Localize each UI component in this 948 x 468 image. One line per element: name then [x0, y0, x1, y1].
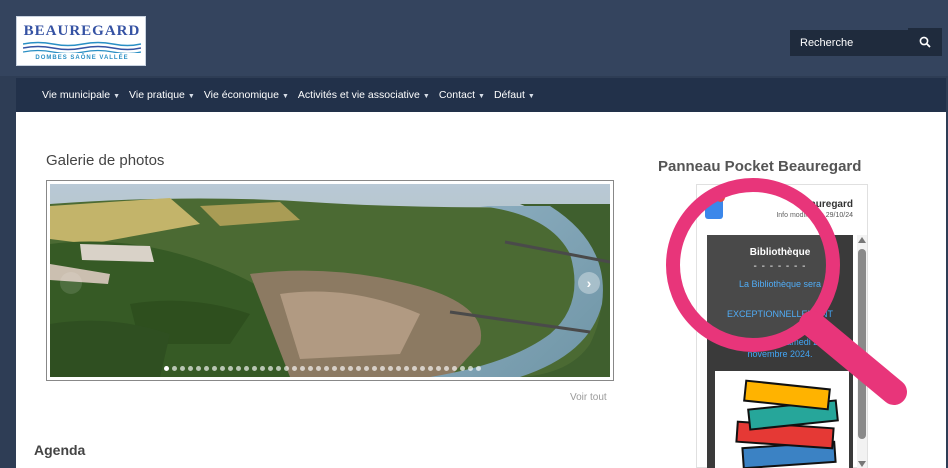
agenda-title: Agenda — [34, 442, 86, 458]
nav-item-label: Activités et vie associative — [297, 89, 420, 101]
slide-dot[interactable] — [404, 366, 409, 371]
pocket-scrollbar[interactable] — [857, 235, 867, 468]
caret-down-icon: ▼ — [113, 93, 121, 100]
view-all-link[interactable]: Voir tout — [570, 392, 607, 403]
pocket-town-name: Beauregard — [797, 199, 853, 210]
photo-gallery: › — [46, 180, 614, 381]
pocket-widget: 1 Beauregard Info modifiée le 29/10/24 B… — [696, 184, 868, 468]
slide-dot[interactable] — [236, 366, 241, 371]
slide-dot[interactable] — [380, 366, 385, 371]
slide-dot[interactable] — [172, 366, 177, 371]
site-logo[interactable]: BEAUREGARD DOMBES SAÔNE VALLÉE — [16, 16, 146, 66]
slide-dot[interactable] — [476, 366, 481, 371]
slide-dot[interactable] — [220, 366, 225, 371]
aerial-photo-image — [50, 184, 610, 377]
books-illustration — [735, 379, 839, 468]
slide-dot[interactable] — [348, 366, 353, 371]
next-slide-button[interactable]: › — [578, 272, 600, 294]
gallery-photo[interactable]: › — [50, 184, 610, 377]
slide-dot[interactable] — [420, 366, 425, 371]
slide-dot[interactable] — [300, 366, 305, 371]
gallery-title: Galerie de photos — [46, 152, 165, 169]
nav-item-label: Vie pratique — [129, 89, 185, 101]
slide-dot[interactable] — [436, 366, 441, 371]
caret-down-icon: ▼ — [422, 93, 430, 100]
notice-separator: - - - - - - - — [753, 261, 807, 272]
logo-waves-icon — [23, 41, 141, 53]
slide-dot[interactable] — [164, 366, 169, 371]
prev-slide-button[interactable] — [60, 272, 82, 294]
main-nav: Vie municipale ▼ Vie pratique ▼ Vie économ… — [16, 78, 946, 112]
slide-dot[interactable] — [340, 366, 345, 371]
nav-item-vie-economique[interactable]: Vie économique ▼ — [204, 89, 289, 101]
nav-item-label: Défaut — [493, 89, 525, 101]
slide-dot[interactable] — [412, 366, 417, 371]
chevron-right-icon: › — [586, 275, 592, 291]
caret-down-icon: ▼ — [527, 93, 535, 100]
nav-item-activites[interactable]: Activités et vie associative ▼ — [298, 89, 430, 101]
slide-dot[interactable] — [460, 366, 465, 371]
logo-subtitle: DOMBES SAÔNE VALLÉE — [35, 55, 129, 61]
scroll-down-icon[interactable] — [858, 461, 866, 467]
search-button[interactable] — [908, 28, 942, 56]
slide-dot[interactable] — [188, 366, 193, 371]
slide-dot[interactable] — [332, 366, 337, 371]
slide-dot[interactable] — [284, 366, 289, 371]
nav-item-vie-municipale[interactable]: Vie municipale ▼ — [42, 89, 120, 101]
slide-dot[interactable] — [276, 366, 281, 371]
slide-dot[interactable] — [372, 366, 377, 371]
slide-dot[interactable] — [268, 366, 273, 371]
slide-dot[interactable] — [196, 366, 201, 371]
slide-dots — [164, 366, 481, 371]
pocket-notice[interactable]: Bibliothèque - - - - - - - La Bibliothèq… — [707, 235, 853, 468]
slide-dot[interactable] — [428, 366, 433, 371]
nav-item-vie-pratique[interactable]: Vie pratique ▼ — [129, 89, 195, 101]
slide-dot[interactable] — [244, 366, 249, 371]
slide-dot[interactable] — [452, 366, 457, 371]
slide-dot[interactable] — [180, 366, 185, 371]
slide-dot[interactable] — [212, 366, 217, 371]
slide-dot[interactable] — [396, 366, 401, 371]
nav-item-contact[interactable]: Contact ▼ — [439, 89, 485, 101]
nav-item-label: Contact — [438, 89, 475, 101]
slide-dot[interactable] — [388, 366, 393, 371]
slide-dot[interactable] — [364, 366, 369, 371]
caret-down-icon: ▼ — [187, 93, 195, 100]
pocket-panel-title: Panneau Pocket Beauregard — [658, 158, 862, 175]
logo-title: BEAUREGARD — [23, 23, 141, 39]
slide-dot[interactable] — [260, 366, 265, 371]
notification-badge: 1 — [716, 193, 725, 202]
books-image — [715, 371, 849, 468]
notice-line: fermée le samedi 2 — [741, 337, 819, 347]
notice-title: Bibliothèque — [749, 247, 811, 258]
nav-item-defaut[interactable]: Défaut ▼ — [494, 89, 535, 101]
nav-item-label: Vie municipale — [42, 89, 111, 101]
notice-line: EXCEPTIONNELLEMENT — [726, 309, 834, 319]
slide-dot[interactable] — [356, 366, 361, 371]
caret-down-icon: ▼ — [281, 93, 289, 100]
main-content: Galerie de photos › Voir tout Agenda Pan… — [16, 112, 946, 468]
notice-line: novembre 2024. — [747, 349, 813, 359]
caret-down-icon: ▼ — [478, 93, 485, 100]
scroll-thumb[interactable] — [858, 249, 866, 439]
slide-dot[interactable] — [204, 366, 209, 371]
pocket-info-date: Info modifiée le 29/10/24 — [776, 212, 853, 219]
nav-item-label: Vie économique — [203, 89, 279, 101]
slide-dot[interactable] — [252, 366, 257, 371]
notice-line: La Bibliothèque sera — [738, 279, 822, 289]
slide-dot[interactable] — [292, 366, 297, 371]
slide-dot[interactable] — [228, 366, 233, 371]
site-header: BEAUREGARD DOMBES SAÔNE VALLÉE Recherche — [0, 0, 948, 76]
scroll-up-icon[interactable] — [858, 237, 866, 243]
slide-dot[interactable] — [316, 366, 321, 371]
slide-dot[interactable] — [308, 366, 313, 371]
search-input[interactable]: Recherche — [790, 30, 914, 56]
slide-dot[interactable] — [324, 366, 329, 371]
slide-dot[interactable] — [444, 366, 449, 371]
search-icon — [919, 36, 931, 48]
slide-dot[interactable] — [468, 366, 473, 371]
